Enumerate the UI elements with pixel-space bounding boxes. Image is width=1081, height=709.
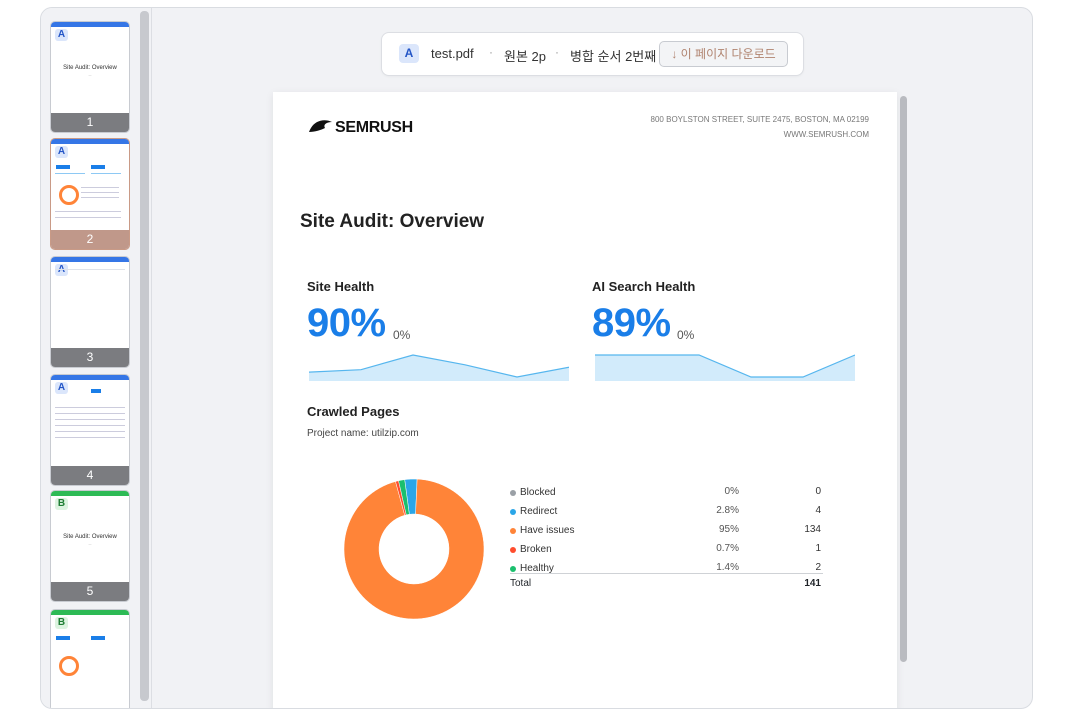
legend-percent: 2.8% xyxy=(716,505,739,516)
crawled-pages-donut-chart xyxy=(343,478,485,620)
legend-row: Redirect 2.8% 4 xyxy=(510,505,823,521)
page-thumbnail-3[interactable]: A 3 xyxy=(50,256,130,368)
legend-label: Blocked xyxy=(520,487,556,498)
source-badge: A xyxy=(55,29,68,41)
thumbnail-page-number: 3 xyxy=(51,348,129,367)
thumbnail-page-number: 4 xyxy=(51,466,129,485)
legend-row: Broken 0.7% 1 xyxy=(510,543,823,559)
legend-count: 2 xyxy=(815,562,821,573)
project-name: Project name: utilzip.com xyxy=(307,428,419,439)
company-address: 800 BOYLSTON STREET, SUITE 2475, BOSTON,… xyxy=(651,112,869,142)
page-thumbnail-2[interactable]: A 2 xyxy=(50,138,130,250)
thumbnail-stat-blue xyxy=(56,636,70,640)
site-health-label: Site Health xyxy=(307,279,375,294)
thumbnail-stat-blue xyxy=(91,165,105,169)
source-badge: A xyxy=(55,146,68,158)
original-page: 원본 2p xyxy=(504,49,546,64)
source-badge: A xyxy=(55,382,68,394)
thumbnail-donut xyxy=(59,656,79,676)
thumbnail-subtitle: — xyxy=(88,73,92,77)
legend-label: Have issues xyxy=(520,525,575,536)
thumbnail-subtitle: — xyxy=(88,542,92,546)
document-page: SEMRUSH 800 BOYLSTON STREET, SUITE 2475,… xyxy=(273,92,897,708)
sparkline-area xyxy=(595,355,855,381)
legend-dot xyxy=(510,509,516,515)
legend-count: 0 xyxy=(815,486,821,497)
site-health-delta: 0% xyxy=(393,328,411,342)
legend-count: 4 xyxy=(815,505,821,516)
legend-row: Healthy 1.4% 2 xyxy=(510,562,823,578)
legend-percent: 0.7% xyxy=(716,543,739,554)
source-badge: A xyxy=(55,264,68,276)
ai-health-value: 89% xyxy=(592,301,671,345)
separator-dot: · xyxy=(489,45,493,59)
sparkline-area xyxy=(309,355,569,381)
viewer-frame: A Site Audit: Overview — 1 A 2 A 3 xyxy=(40,7,1033,709)
legend-label: Redirect xyxy=(520,506,558,517)
source-color-bar xyxy=(51,139,129,144)
total-divider xyxy=(510,573,823,574)
legend-label: Broken xyxy=(520,544,552,555)
merge-order: 병합 순서 2번째 xyxy=(570,49,657,64)
page-title: Site Audit: Overview xyxy=(300,211,485,232)
total-label: Total xyxy=(510,578,532,589)
thumbnail-stat-blue xyxy=(91,389,101,393)
source-color-bar xyxy=(51,610,129,615)
page-thumbnail-5[interactable]: B Site Audit: Overview — 5 xyxy=(50,490,130,602)
separator-dot: · xyxy=(555,45,559,59)
sidebar-scrollbar[interactable] xyxy=(140,11,149,701)
legend-dot xyxy=(510,490,516,496)
legend-dot xyxy=(510,566,516,572)
thumbnail-page-number: 5 xyxy=(51,582,129,601)
source-color-bar xyxy=(51,22,129,27)
page-thumbnail-6[interactable]: B xyxy=(50,609,130,708)
source-color-bar xyxy=(51,375,129,380)
site-health-value: 90% xyxy=(307,301,386,345)
ai-health-delta: 0% xyxy=(677,328,695,342)
thumbnail-title: Site Audit: Overview xyxy=(63,534,117,540)
legend-row: Blocked 0% 0 xyxy=(510,486,823,502)
total-value: 141 xyxy=(804,578,821,589)
address-line: 800 BOYLSTON STREET, SUITE 2475, BOSTON,… xyxy=(650,115,869,124)
page-thumbnail-sidebar: A Site Audit: Overview — 1 A 2 A 3 xyxy=(41,8,152,708)
page-scrollbar[interactable] xyxy=(900,96,907,662)
source-badge: A xyxy=(399,44,419,63)
thumbnail-title: Site Audit: Overview xyxy=(63,65,117,71)
ai-health-label: AI Search Health xyxy=(592,279,696,294)
page-thumbnail-1[interactable]: A Site Audit: Overview — 1 xyxy=(50,21,130,133)
website-url: WWW.SEMRUSH.COM xyxy=(783,130,869,139)
legend-percent: 95% xyxy=(718,524,739,535)
thumbnail-stat-blue xyxy=(56,165,70,169)
legend-count: 1 xyxy=(815,543,821,554)
site-health-sparkline xyxy=(309,354,569,381)
legend-count: 134 xyxy=(804,524,821,535)
thumbnail-page-number: 2 xyxy=(51,230,129,249)
semrush-logo: SEMRUSH xyxy=(307,118,413,137)
ai-health-sparkline xyxy=(595,354,855,381)
logo-text: SEMRUSH xyxy=(335,119,413,136)
legend-percent: 0% xyxy=(724,486,739,497)
file-name: test.pdf xyxy=(431,46,474,61)
source-badge: B xyxy=(55,498,68,510)
legend-dot xyxy=(510,528,516,534)
thumbnail-page-number: 1 xyxy=(51,113,129,132)
page-info-bar: A test.pdf · 원본 2p · 병합 순서 2번째 ↓ 이 페이지 다… xyxy=(381,32,804,76)
page-thumbnail-4[interactable]: A 4 xyxy=(50,374,130,486)
legend-row: Have issues 95% 134 xyxy=(510,524,823,540)
source-color-bar xyxy=(51,491,129,496)
total-row: Total 141 xyxy=(510,578,823,589)
semrush-flame-icon xyxy=(309,120,332,132)
crawled-pages-title: Crawled Pages xyxy=(307,404,400,419)
source-badge: B xyxy=(55,617,68,629)
source-color-bar xyxy=(51,257,129,262)
download-page-button[interactable]: ↓ 이 페이지 다운로드 xyxy=(659,41,788,67)
legend-percent: 1.4% xyxy=(716,562,739,573)
legend-dot xyxy=(510,547,516,553)
thumbnail-stat-blue xyxy=(91,636,105,640)
thumbnail-donut xyxy=(59,185,79,205)
